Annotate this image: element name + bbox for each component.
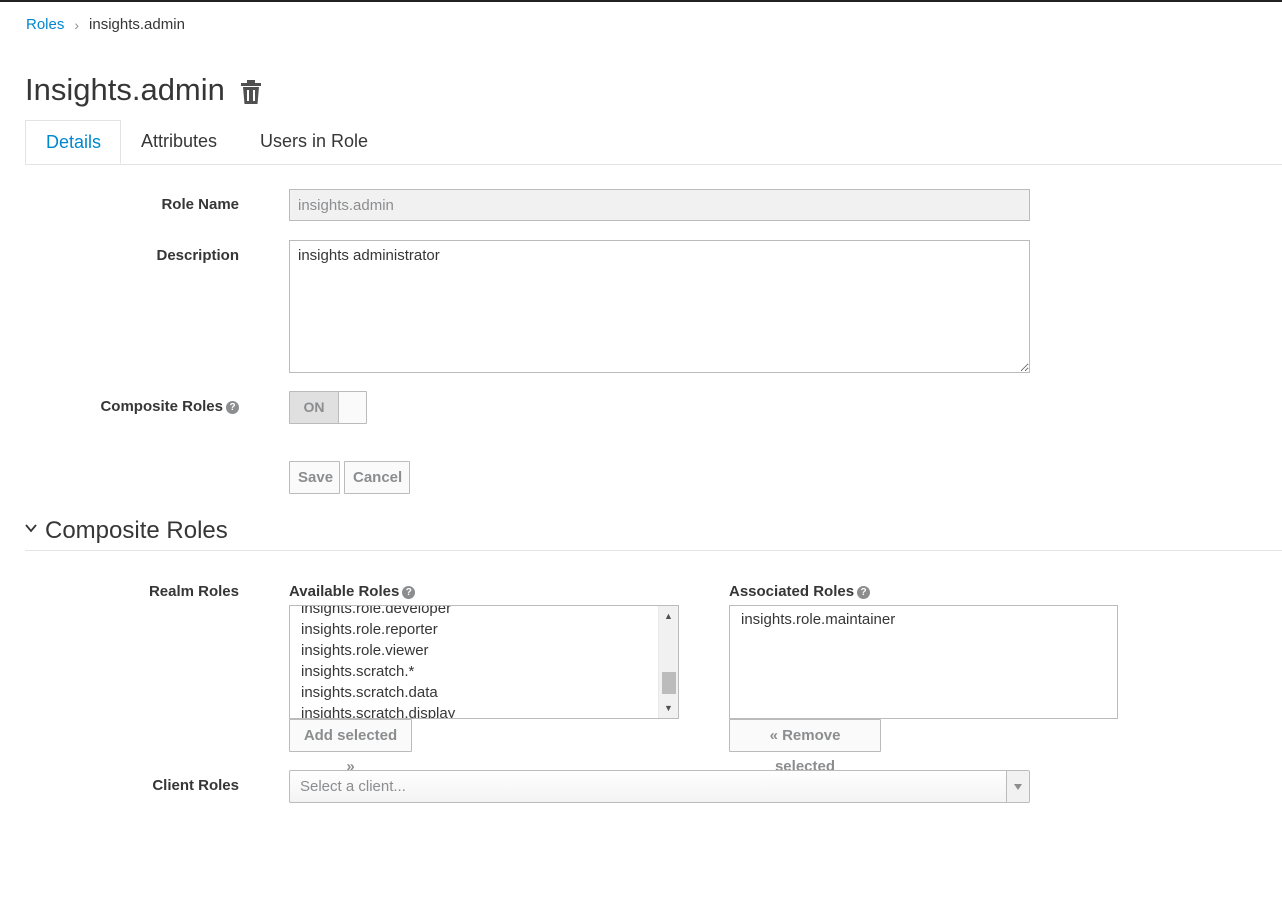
tab-bar: Details Attributes Users in Role bbox=[25, 120, 1282, 165]
toggle-knob bbox=[339, 392, 366, 423]
tab-attributes[interactable]: Attributes bbox=[121, 120, 237, 163]
breadcrumb: Roles › insights.admin bbox=[26, 16, 185, 33]
scroll-down-arrow-icon[interactable]: ▼ bbox=[659, 700, 678, 716]
available-roles-list[interactable]: insights.role.developer insights.role.re… bbox=[289, 605, 679, 719]
cancel-button[interactable]: Cancel bbox=[344, 461, 410, 494]
role-name-input[interactable] bbox=[289, 189, 1030, 221]
chevron-down-icon bbox=[25, 524, 37, 533]
chevron-down-icon[interactable] bbox=[1006, 771, 1029, 802]
associated-roles-list[interactable]: insights.role.maintainer bbox=[729, 605, 1118, 719]
help-icon[interactable]: ? bbox=[402, 586, 416, 599]
associated-roles-label: Associated Roles bbox=[729, 583, 855, 600]
scrollbar-thumb[interactable] bbox=[662, 672, 676, 694]
help-icon[interactable]: ? bbox=[857, 586, 871, 599]
trash-icon[interactable] bbox=[240, 79, 262, 105]
composite-roles-label-text: Composite Roles bbox=[100, 398, 223, 415]
add-selected-button[interactable]: Add selected » bbox=[289, 719, 412, 775]
realm-roles-label: Realm Roles bbox=[148, 583, 239, 600]
scrollbar[interactable]: ▲ ▼ bbox=[658, 606, 678, 718]
available-roles-heading: Available Roles? bbox=[289, 583, 416, 600]
tab-details[interactable]: Details bbox=[25, 120, 121, 164]
list-item[interactable]: insights.role.developer bbox=[290, 606, 678, 619]
list-item[interactable]: insights.scratch.data bbox=[290, 682, 678, 703]
breadcrumb-separator: › bbox=[74, 16, 80, 33]
description-label: Description bbox=[156, 247, 239, 264]
role-name-label: Role Name bbox=[161, 196, 239, 213]
composite-roles-label: Composite Roles? bbox=[25, 398, 239, 415]
breadcrumb-current: insights.admin bbox=[89, 16, 185, 33]
client-roles-label: Client Roles bbox=[152, 777, 239, 794]
scroll-up-arrow-icon[interactable]: ▲ bbox=[659, 608, 678, 624]
list-item[interactable]: insights.role.viewer bbox=[290, 640, 678, 661]
page-title: Insights.admin bbox=[25, 72, 225, 107]
help-icon[interactable]: ? bbox=[226, 401, 239, 414]
list-item[interactable]: insights.role.maintainer bbox=[730, 609, 1117, 630]
list-item[interactable]: insights.scratch.* bbox=[290, 661, 678, 682]
available-roles-label: Available Roles bbox=[289, 583, 400, 600]
toggle-on-label: ON bbox=[290, 392, 339, 423]
tab-users-in-role[interactable]: Users in Role bbox=[240, 120, 388, 163]
breadcrumb-roles-link[interactable]: Roles bbox=[26, 16, 64, 33]
list-item[interactable]: insights.scratch.display bbox=[290, 703, 678, 718]
save-button[interactable]: Save bbox=[289, 461, 340, 494]
remove-selected-button[interactable]: « Remove selected bbox=[729, 719, 881, 775]
composite-roles-toggle[interactable]: ON bbox=[289, 391, 367, 424]
composite-roles-section-title: Composite Roles bbox=[45, 517, 228, 544]
client-select[interactable]: Select a client... bbox=[289, 770, 1030, 803]
client-select-placeholder: Select a client... bbox=[300, 778, 406, 795]
description-textarea[interactable]: insights administrator bbox=[289, 240, 1030, 373]
list-item[interactable]: insights.role.reporter bbox=[290, 619, 678, 640]
composite-roles-section-header[interactable]: Composite Roles bbox=[25, 515, 1282, 551]
associated-roles-heading: Associated Roles? bbox=[729, 583, 871, 600]
